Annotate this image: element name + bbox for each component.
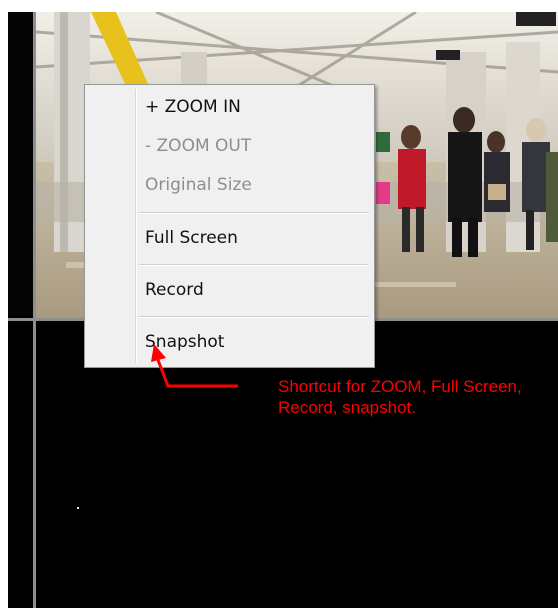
context-menu: + ZOOM IN - ZOOM OUT Original Size Full … bbox=[84, 84, 375, 368]
menu-item-original-size[interactable]: Original Size bbox=[145, 171, 252, 199]
menu-separator bbox=[139, 212, 369, 214]
menu-item-record[interactable]: Record bbox=[145, 276, 204, 304]
menu-item-full-screen[interactable]: Full Screen bbox=[145, 224, 238, 252]
menu-item-zoom-out[interactable]: - ZOOM OUT bbox=[145, 132, 251, 160]
annotation-callout-text: Shortcut for ZOOM, Full Screen, Record, … bbox=[278, 377, 522, 417]
menu-icon-gutter bbox=[135, 89, 137, 363]
menu-separator bbox=[139, 316, 369, 318]
menu-item-snapshot[interactable]: Snapshot bbox=[145, 328, 224, 356]
menu-separator bbox=[139, 264, 369, 266]
menu-item-zoom-in[interactable]: + ZOOM IN bbox=[145, 93, 241, 121]
video-pane-top-left[interactable] bbox=[8, 12, 34, 315]
window-left-edge bbox=[0, 0, 8, 608]
video-noise-dot bbox=[77, 507, 79, 509]
